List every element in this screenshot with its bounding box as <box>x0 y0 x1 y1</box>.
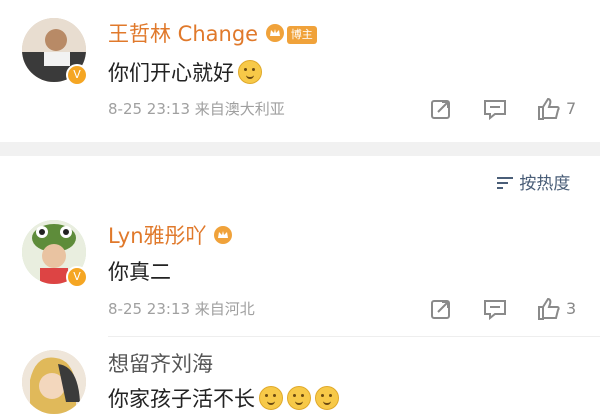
emoji-icon <box>238 60 262 84</box>
avatar-image <box>22 350 86 414</box>
comment-icon[interactable] <box>482 96 508 122</box>
emoji-icon <box>315 386 339 410</box>
comment-item-1: V 王哲林 Change 博主 你们开心就好 8-25 23:13 来自澳大利亚… <box>0 0 600 140</box>
emoji-icon <box>259 386 283 410</box>
sort-button[interactable]: 按热度 <box>496 174 570 194</box>
username[interactable]: Lyn雅彤吖 <box>108 224 233 248</box>
comment-meta: 8-25 23:13 来自河北 <box>108 300 255 318</box>
comment-text: 你真二 <box>108 260 171 284</box>
sort-label[interactable]: 按热度 <box>519 174 570 194</box>
username-text[interactable]: 王哲林 Change <box>108 22 258 46</box>
comment-meta: 8-25 23:13 来自澳大利亚 <box>108 100 285 118</box>
crown-icon <box>265 24 284 42</box>
comment-body: 你们开心就好 <box>108 61 234 85</box>
comment-text: 你家孩子活不长 <box>108 386 339 411</box>
comment-divider <box>108 336 600 337</box>
comment-body: 你家孩子活不长 <box>108 387 255 411</box>
like-count: 3 <box>566 299 577 318</box>
repost-icon[interactable] <box>428 296 454 322</box>
crown-icon <box>214 226 233 244</box>
emoji-icon <box>287 386 311 410</box>
username[interactable]: 王哲林 Change 博主 <box>108 22 317 46</box>
sort-icon <box>497 177 513 189</box>
repost-icon[interactable] <box>428 96 454 122</box>
username[interactable]: 想留齐刘海 <box>108 352 213 376</box>
like-icon[interactable] <box>536 96 562 122</box>
like-icon[interactable] <box>536 296 562 322</box>
like-count: 7 <box>566 99 577 118</box>
comment-text: 你们开心就好 <box>108 60 262 85</box>
avatar[interactable] <box>22 350 86 414</box>
comment-item-2: V Lyn雅彤吖 你真二 8-25 23:13 来自河北 3 <box>0 210 600 340</box>
verified-badge-icon: V <box>66 64 88 86</box>
comment-icon[interactable] <box>482 296 508 322</box>
section-divider <box>0 142 600 156</box>
verified-badge-icon: V <box>66 266 88 288</box>
comment-item-3: 想留齐刘海 你家孩子活不长 <box>0 340 600 415</box>
blogger-badge: 博主 <box>286 26 317 44</box>
username-text[interactable]: Lyn雅彤吖 <box>108 224 207 248</box>
